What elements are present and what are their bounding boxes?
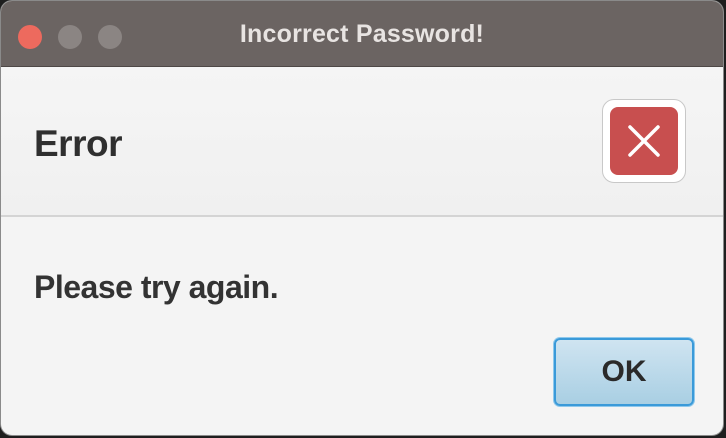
dialog-window: Incorrect Password! Error Please try aga… (0, 0, 724, 436)
dialog-message: Please try again. (34, 269, 279, 305)
error-icon-frame (602, 99, 686, 183)
dialog-header: Error (1, 67, 723, 217)
ok-button[interactable]: OK (554, 338, 694, 406)
x-mark-icon (628, 125, 660, 157)
error-x-icon (610, 107, 678, 175)
window-title: Incorrect Password! (239, 20, 485, 48)
title-bar[interactable]: Incorrect Password! (1, 1, 723, 67)
header-text: Error (34, 123, 122, 164)
